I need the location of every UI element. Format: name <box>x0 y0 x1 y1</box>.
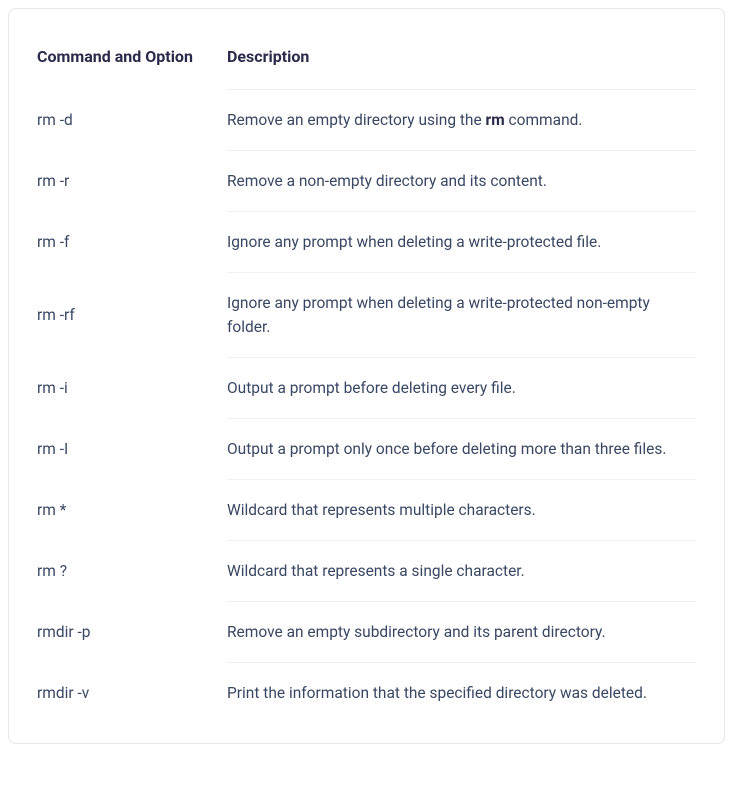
description-text-post: command. <box>505 111 583 129</box>
command-cell: rmdir -p <box>37 602 227 663</box>
description-cell: Remove a non-empty directory and its con… <box>227 151 696 212</box>
command-reference-card: Command and Option Description rm -dRemo… <box>8 8 725 744</box>
table-row: rm -iOutput a prompt before deleting eve… <box>37 358 696 419</box>
command-cell: rmdir -v <box>37 663 227 724</box>
table-header-row: Command and Option Description <box>37 33 696 90</box>
table-row: rm -rfIgnore any prompt when deleting a … <box>37 273 696 358</box>
description-cell: Remove an empty directory using the rm c… <box>227 90 696 151</box>
table-row: rm -IOutput a prompt only once before de… <box>37 419 696 480</box>
description-cell: Remove an empty subdirectory and its par… <box>227 602 696 663</box>
description-cell: Ignore any prompt when deleting a write-… <box>227 273 696 358</box>
command-cell: rm -d <box>37 90 227 151</box>
table-row: rmdir -pRemove an empty subdirectory and… <box>37 602 696 663</box>
description-cell: Print the information that the specified… <box>227 663 696 724</box>
command-cell: rm -f <box>37 212 227 273</box>
description-cell: Output a prompt only once before deletin… <box>227 419 696 480</box>
table-row: rm -fIgnore any prompt when deleting a w… <box>37 212 696 273</box>
description-text: Remove a non-empty directory and its con… <box>227 172 547 190</box>
description-bold: rm <box>486 111 505 129</box>
description-cell: Wildcard that represents multiple charac… <box>227 480 696 541</box>
command-cell: rm -I <box>37 419 227 480</box>
description-text: Output a prompt before deleting every fi… <box>227 379 516 397</box>
description-text: Ignore any prompt when deleting a write-… <box>227 294 650 336</box>
command-cell: rm -i <box>37 358 227 419</box>
description-text: Remove an empty subdirectory and its par… <box>227 623 606 641</box>
command-table: Command and Option Description rm -dRemo… <box>37 33 696 723</box>
description-text: Wildcard that represents a single charac… <box>227 562 525 580</box>
table-row: rm *Wildcard that represents multiple ch… <box>37 480 696 541</box>
description-text: Ignore any prompt when deleting a write-… <box>227 233 601 251</box>
command-cell: rm -r <box>37 151 227 212</box>
table-row: rmdir -vPrint the information that the s… <box>37 663 696 724</box>
description-text: Remove an empty directory using the <box>227 111 486 129</box>
description-cell: Wildcard that represents a single charac… <box>227 541 696 602</box>
command-cell: rm * <box>37 480 227 541</box>
header-description: Description <box>227 33 696 90</box>
description-text: Print the information that the specified… <box>227 684 647 702</box>
description-cell: Ignore any prompt when deleting a write-… <box>227 212 696 273</box>
description-text: Output a prompt only once before deletin… <box>227 440 666 458</box>
table-row: rm ?Wildcard that represents a single ch… <box>37 541 696 602</box>
description-text: Wildcard that represents multiple charac… <box>227 501 536 519</box>
header-command: Command and Option <box>37 33 227 90</box>
command-cell: rm -rf <box>37 273 227 358</box>
command-cell: rm ? <box>37 541 227 602</box>
description-cell: Output a prompt before deleting every fi… <box>227 358 696 419</box>
table-row: rm -rRemove a non-empty directory and it… <box>37 151 696 212</box>
table-row: rm -dRemove an empty directory using the… <box>37 90 696 151</box>
